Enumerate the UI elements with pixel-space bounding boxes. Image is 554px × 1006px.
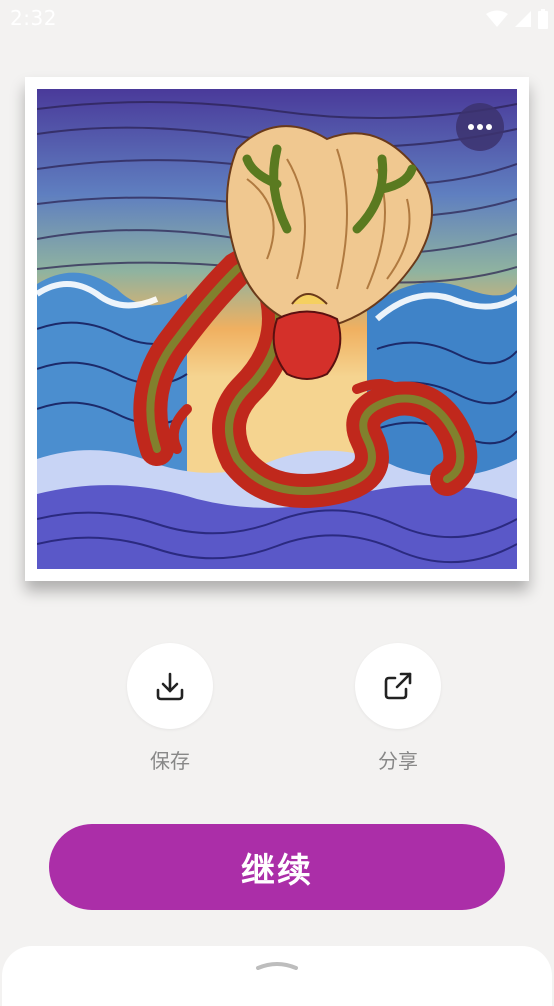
share-icon [384,672,412,700]
signal-icon [515,11,531,27]
save-action[interactable]: 保存 [127,643,213,774]
save-label: 保存 [150,749,190,773]
wifi-icon [486,10,508,27]
dragon-artwork-illustration [37,89,517,569]
status-bar: 2:32 [0,0,554,38]
share-button[interactable] [355,643,441,729]
artwork-image[interactable] [37,89,517,569]
more-horizontal-icon [468,124,492,130]
status-time: 2:32 [10,6,57,30]
continue-button[interactable]: 继续 [49,824,505,910]
share-label: 分享 [378,749,418,773]
more-options-button[interactable] [456,103,504,151]
sheet-handle-icon[interactable] [255,960,299,970]
status-icons [486,9,548,29]
save-button[interactable] [127,643,213,729]
download-icon [156,672,184,701]
battery-icon [538,9,548,29]
bottom-sheet[interactable] [2,946,552,1006]
share-action[interactable]: 分享 [355,643,441,774]
artwork-card [25,77,529,581]
